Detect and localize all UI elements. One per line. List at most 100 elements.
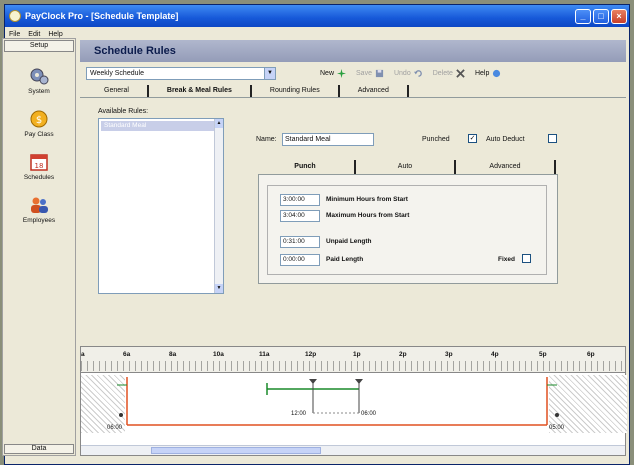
calendar-icon: 18 <box>30 154 48 171</box>
tab-break-meal-rules[interactable]: Break & Meal Rules <box>149 85 252 97</box>
ruler-ticks <box>81 361 625 371</box>
sidebar-item-label: Employees <box>22 217 56 224</box>
scroll-down-icon[interactable]: ▼ <box>215 284 223 293</box>
svg-text:18: 18 <box>35 162 44 170</box>
help-button[interactable]: Help <box>475 69 501 78</box>
sidebar: Setup System $ Pay Class 18 Schedules Em… <box>2 38 76 456</box>
unpaid-length-input[interactable]: 0:31:00 <box>280 236 320 248</box>
tick-label: 10a <box>213 351 224 358</box>
auto-deduct-label: Auto Deduct <box>486 136 525 143</box>
available-rules-list[interactable]: Standard Meal ▲ ▼ <box>98 118 224 294</box>
break-end-handle-icon[interactable] <box>355 379 363 384</box>
subtab-auto[interactable]: Auto <box>356 160 456 174</box>
subtab-advanced[interactable]: Advanced <box>456 160 556 174</box>
close-button[interactable]: × <box>611 8 627 24</box>
undo-button[interactable]: Undo <box>394 69 423 78</box>
gears-icon <box>30 68 49 85</box>
tab-rounding-rules[interactable]: Rounding Rules <box>252 85 340 97</box>
toolbar-actions: New Save Undo Delete Help <box>320 68 507 78</box>
fixed-label: Fixed <box>498 256 515 263</box>
name-input[interactable]: Standard Meal <box>282 133 374 146</box>
scroll-up-icon[interactable]: ▲ <box>215 119 223 128</box>
fixed-checkbox[interactable] <box>522 254 531 263</box>
sidebar-item-employees[interactable]: Employees <box>3 195 75 224</box>
menu-help[interactable]: Help <box>48 31 62 38</box>
tab-advanced[interactable]: Advanced <box>340 85 409 97</box>
undo-button-label: Undo <box>393 69 411 77</box>
menu-file[interactable]: File <box>9 31 20 38</box>
tick-label: 6a <box>123 351 131 358</box>
tick-label: 11a <box>259 351 270 358</box>
list-item[interactable]: Standard Meal <box>101 121 221 131</box>
paid-length-label: Paid Length <box>326 256 364 263</box>
window-title: PayClock Pro - [Schedule Template] <box>25 11 179 21</box>
meal-subtabs: Punch Auto Advanced <box>256 160 562 174</box>
page-title: Schedule Rules <box>80 40 626 62</box>
schedule-select-value: Weekly Schedule <box>90 69 144 77</box>
rule-tabs: General Break & Meal Rules Rounding Rule… <box>80 84 626 98</box>
end-marker-icon <box>555 413 559 417</box>
auto-deduct-checkbox[interactable] <box>548 134 557 143</box>
sidebar-header-setup[interactable]: Setup <box>4 40 74 52</box>
subtab-punch[interactable]: Punch <box>256 160 356 174</box>
punch-settings-group: 3:00:00 Minimum Hours from Start 3:04:00… <box>267 185 547 275</box>
chevron-down-icon[interactable]: ▼ <box>264 67 275 79</box>
schedule-select[interactable]: Weekly Schedule ▼ <box>86 66 276 80</box>
min-hours-label: Minimum Hours from Start <box>326 196 408 203</box>
maximize-button[interactable]: □ <box>593 8 609 24</box>
timeline-scrollbar[interactable] <box>81 445 625 455</box>
new-button[interactable]: New <box>320 68 347 78</box>
punched-checkbox[interactable]: ✓ <box>468 134 477 143</box>
list-scrollbar[interactable]: ▲ ▼ <box>214 119 223 293</box>
save-icon <box>375 69 384 77</box>
unpaid-length-label: Unpaid Length <box>326 238 372 245</box>
tick-label: 3p <box>445 351 453 358</box>
tick-label: 6p <box>587 351 595 358</box>
tick-label: 4p <box>491 351 499 358</box>
tick-label: 12p <box>305 351 317 358</box>
scroll-thumb[interactable] <box>151 447 321 454</box>
max-hours-input[interactable]: 3:04:00 <box>280 210 320 222</box>
delete-button[interactable]: Delete <box>432 68 465 78</box>
sidebar-item-system[interactable]: System <box>3 66 75 95</box>
available-rules-label: Available Rules: <box>98 108 149 115</box>
schedule-rules-panel: Schedule Rules Weekly Schedule ▼ New Sav… <box>80 40 626 342</box>
name-label: Name: <box>256 136 277 143</box>
break-start-time: 12:00 <box>291 411 307 417</box>
delete-button-label: Delete <box>432 69 453 77</box>
shift-start-time: 06:00 <box>107 425 123 431</box>
max-hours-label: Maximum Hours from Start <box>326 212 410 219</box>
tick-label: 2p <box>399 351 407 358</box>
min-hours-input[interactable]: 3:00:00 <box>280 194 320 206</box>
break-start-handle-icon[interactable] <box>309 379 317 384</box>
help-button-label: Help <box>474 69 490 77</box>
punch-settings: 3:00:00 Minimum Hours from Start 3:04:00… <box>258 174 558 284</box>
help-icon <box>493 69 501 77</box>
svg-text:$: $ <box>36 115 42 126</box>
save-button-label: Save <box>356 69 372 77</box>
delete-icon <box>456 68 465 78</box>
title-bar[interactable]: PayClock Pro - [Schedule Template] _ □ × <box>5 5 629 27</box>
coin-icon: $ <box>30 110 48 128</box>
tick-label: 8a <box>169 351 177 358</box>
menu-edit[interactable]: Edit <box>28 31 40 38</box>
tab-general[interactable]: General <box>86 85 149 97</box>
sidebar-item-label: System <box>28 88 50 95</box>
people-icon <box>31 197 48 213</box>
tick-label: a <box>81 351 85 358</box>
menu-bar: File Edit Help <box>5 27 629 41</box>
minimize-button[interactable]: _ <box>575 8 591 24</box>
save-button[interactable]: Save <box>356 69 384 78</box>
sidebar-item-label: Pay Class <box>24 131 54 138</box>
shift-graph[interactable] <box>81 373 627 437</box>
undo-icon <box>413 69 422 77</box>
sidebar-footer-data[interactable]: Data <box>4 444 74 454</box>
new-button-label: New <box>320 69 335 77</box>
schedule-timeline[interactable]: a 6a 8a 10a 11a 12p 1p 2p 3p 4p 5p 6p 06… <box>80 346 627 456</box>
tick-label: 1p <box>353 351 361 358</box>
paid-length-input[interactable]: 0:00:00 <box>280 254 320 266</box>
sidebar-item-schedules[interactable]: 18 Schedules <box>3 152 75 181</box>
sidebar-item-pay-class[interactable]: $ Pay Class <box>3 109 75 138</box>
tick-label: 5p <box>539 351 547 358</box>
time-ruler: a 6a 8a 10a 11a 12p 1p 2p 3p 4p 5p 6p <box>81 347 625 373</box>
